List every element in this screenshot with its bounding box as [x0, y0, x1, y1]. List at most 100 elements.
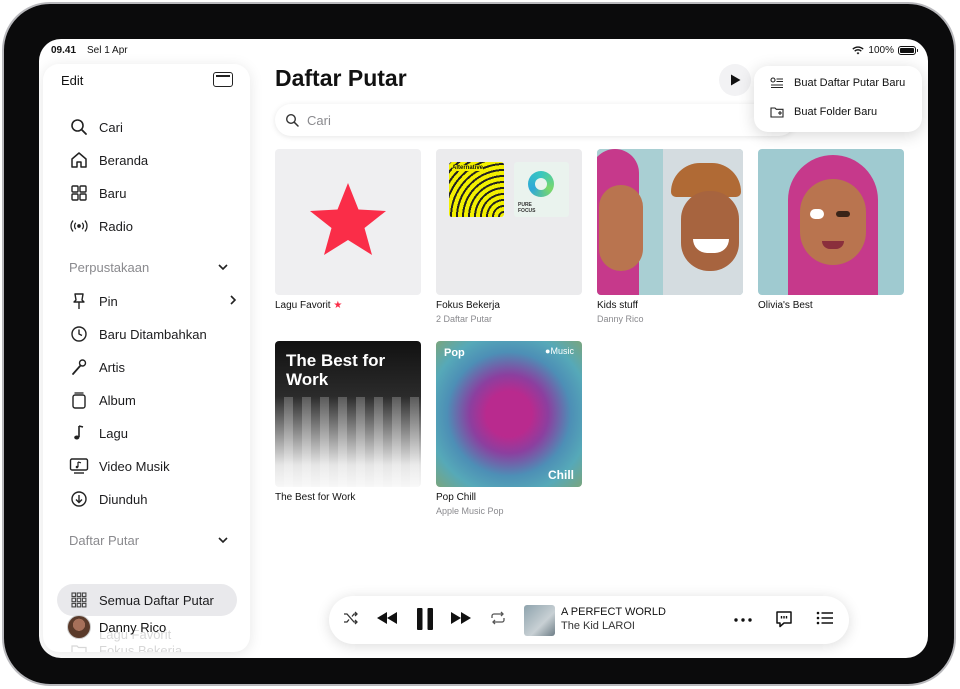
music-video-icon [69, 456, 89, 476]
new-playlist-menu-item[interactable]: Buat Daftar Putar Baru [770, 77, 905, 89]
more-icon [734, 618, 752, 622]
sidebar-toggle-icon[interactable] [213, 72, 233, 87]
playlist-tile-best-for-work[interactable]: The Best for Work [275, 341, 421, 487]
tile-name: Lagu Favorit ★ [275, 300, 343, 311]
music-note-icon [69, 423, 89, 443]
rewind-icon [377, 612, 397, 624]
now-playing-artist[interactable]: The Kid LAROI [561, 620, 635, 632]
playlist-add-icon [770, 77, 783, 89]
tile-subtitle: Apple Music Pop [436, 506, 504, 516]
lyrics-icon [776, 611, 792, 628]
playlist-tile-focus-work[interactable]: Alternative PURE FOCUS [436, 149, 582, 295]
playlist-tile-olivias-best[interactable] [758, 149, 904, 295]
sidebar-item-radio[interactable]: Radio [69, 215, 239, 237]
mini-player: A PERFECT WORLD The Kid LAROI [329, 596, 849, 644]
screen: 09.41 Sel 1 Apr 100% Edit Cari Beranda B… [39, 39, 928, 658]
sidebar-item-albums[interactable]: Album [69, 389, 239, 411]
sidebar-item-downloaded[interactable]: Diunduh [69, 488, 239, 510]
folder-add-icon [770, 107, 784, 118]
home-icon [69, 150, 89, 170]
search-input[interactable]: Cari [275, 104, 795, 136]
radio-icon [69, 216, 89, 236]
sidebar-item-label: Radio [99, 218, 133, 234]
sidebar-item-new[interactable]: Baru [69, 182, 239, 204]
ipad-frame: 09.41 Sel 1 Apr 100% Edit Cari Beranda B… [2, 2, 956, 686]
playlists-section-header[interactable]: Daftar Putar [69, 533, 229, 548]
forward-button[interactable] [449, 610, 473, 626]
tile-name: Kids stuff [597, 300, 638, 311]
download-icon [69, 489, 89, 509]
cover-alternative-label: Alternative [452, 165, 484, 171]
sidebar-item-label: Baru Ditambahkan [99, 326, 207, 342]
rewind-button[interactable] [375, 610, 399, 626]
battery-percent: 100% [868, 45, 894, 56]
sidebar-item-home[interactable]: Beranda [69, 149, 239, 171]
lyrics-button[interactable] [775, 610, 793, 628]
clock-icon [69, 324, 89, 344]
status-time: 09.41 [51, 45, 77, 56]
sidebar-item-label: Fokus Bekerja [99, 642, 183, 653]
pause-button[interactable] [415, 607, 435, 631]
microphone-icon [69, 357, 89, 377]
sidebar-item-label: Baru [99, 185, 127, 201]
chevron-down-icon [218, 537, 228, 544]
cover-title: The Best for Work [286, 351, 386, 389]
library-section-header[interactable]: Perpustakaan [69, 260, 229, 275]
repeat-button[interactable] [490, 611, 506, 625]
edit-button[interactable]: Edit [61, 73, 83, 88]
star-icon [310, 183, 386, 255]
search-placeholder: Cari [307, 112, 331, 128]
list-icon [816, 611, 833, 625]
play-icon [731, 74, 741, 86]
queue-button[interactable] [816, 611, 834, 625]
sidebar-item-label: Beranda [99, 152, 149, 168]
shuffle-icon [344, 611, 358, 625]
pin-icon [69, 291, 89, 311]
sidebar-item-label: Cari [99, 119, 123, 135]
sidebar-item-artists[interactable]: Artis [69, 356, 239, 378]
sidebar-item-songs[interactable]: Lagu [69, 422, 239, 444]
sidebar-item-recently-added[interactable]: Baru Ditambahkan [69, 323, 239, 345]
shuffle-button[interactable] [343, 611, 359, 625]
album-art[interactable] [524, 605, 555, 636]
sidebar-item-search[interactable]: Cari [69, 116, 239, 138]
folder-icon [69, 640, 89, 652]
now-playing-title[interactable]: A PERFECT WORLD [561, 606, 666, 618]
more-button[interactable] [734, 618, 752, 622]
sidebar-item-focus-work[interactable]: Fokus Bekerja [69, 639, 239, 652]
sidebar-item-label: Diunduh [99, 491, 148, 507]
pause-icon [417, 608, 433, 630]
grid-icon [69, 183, 89, 203]
playlist-tile-kids-stuff[interactable] [597, 149, 743, 295]
playlist-tile-pop-chill[interactable]: Pop ●Music Chill [436, 341, 582, 487]
cover-chill-label: Chill [548, 468, 574, 482]
sidebar-item-label: Pin [99, 293, 118, 309]
search-icon [69, 117, 89, 137]
cover-brand: ●Music [545, 346, 574, 356]
status-right: 100% [852, 45, 918, 56]
search-icon [285, 113, 299, 127]
new-folder-menu-item[interactable]: Buat Folder Baru [770, 106, 877, 118]
sidebar-item-label: Video Musik [99, 458, 170, 474]
tile-name: Pop Chill [436, 492, 477, 503]
play-button[interactable] [719, 64, 751, 96]
chevron-right-icon [230, 295, 237, 305]
battery-icon [898, 46, 918, 55]
page-title: Daftar Putar [275, 65, 407, 91]
cover-pop-label: Pop [444, 347, 465, 359]
forward-icon [451, 612, 471, 624]
sidebar-item-all-playlists[interactable]: Semua Daftar Putar [69, 589, 239, 611]
playlist-tile-favorite-songs[interactable] [275, 149, 421, 295]
cover-pure-focus-label: PURE FOCUS [518, 202, 536, 214]
playlists-header-label: Daftar Putar [69, 533, 140, 548]
tile-subtitle: Danny Rico [597, 314, 644, 324]
user-profile[interactable]: Danny Rico [67, 615, 166, 639]
repeat-icon [491, 611, 505, 625]
sidebar-item-music-videos[interactable]: Video Musik [69, 455, 239, 477]
avatar [67, 615, 91, 639]
sidebar-item-pin[interactable]: Pin [69, 290, 239, 312]
user-name: Danny Rico [99, 619, 167, 635]
chevron-down-icon [218, 264, 228, 271]
add-menu: Buat Daftar Putar Baru Buat Folder Baru [754, 66, 922, 132]
tile-subtitle: 2 Daftar Putar [436, 314, 493, 324]
